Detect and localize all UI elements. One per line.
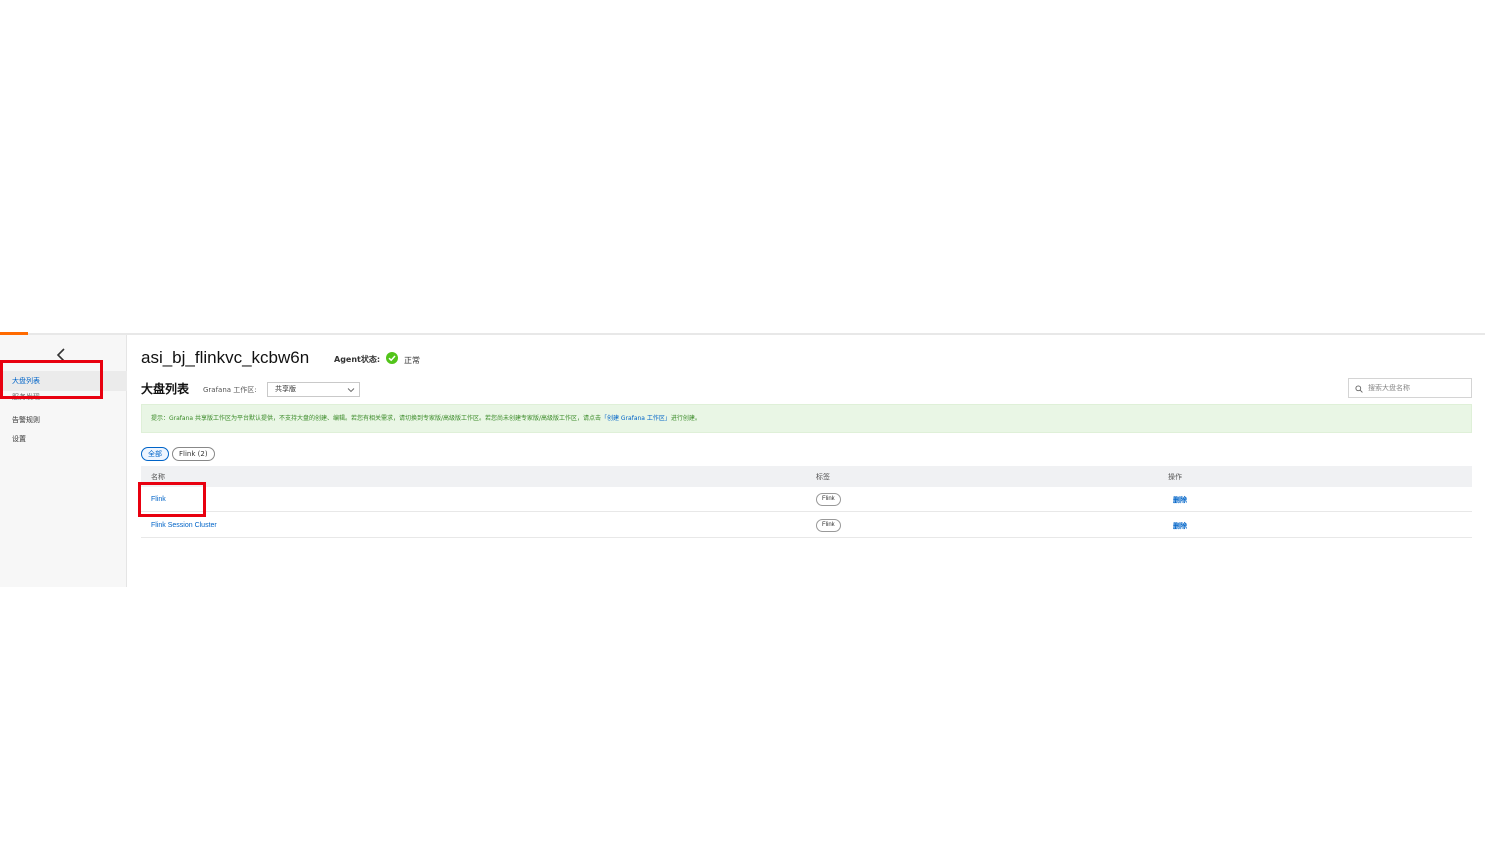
column-actions: 操作	[1168, 473, 1182, 481]
column-name: 名称	[151, 473, 165, 481]
main-content: asi_bj_flinkvc_kcbw6n Agent状态: 正常 大盘列表 G…	[127, 335, 1485, 587]
chevron-down-icon	[347, 388, 355, 393]
table-row: Flink Flink 删除	[141, 487, 1472, 512]
check-circle-icon	[386, 351, 398, 364]
create-workspace-link[interactable]: 「创建 Grafana 工作区」	[601, 415, 671, 422]
agent-status-label: Agent状态:	[334, 355, 381, 364]
sidebar-item-alert-rules[interactable]: 告警规则	[0, 410, 127, 430]
workspace-select[interactable]: 共享版	[267, 382, 360, 397]
dashboard-name-link[interactable]: Flink Session Cluster	[151, 522, 217, 529]
table-row: Flink Session Cluster Flink 删除	[141, 513, 1472, 538]
agent-status-value: 正常	[404, 356, 420, 365]
sidebar: 大盘列表 服务发现 告警规则 设置	[0, 335, 127, 587]
tip-banner: 提示：Grafana 共享版工作区为平台默认提供，不支持大盘的创建、编辑。若您有…	[141, 404, 1472, 433]
filter-flink[interactable]: Flink (2)	[172, 447, 215, 461]
back-icon[interactable]	[54, 347, 70, 363]
section-title: 大盘列表	[141, 382, 190, 396]
tip-text: 提示：Grafana 共享版工作区为平台默认提供，不支持大盘的创建、编辑。若您有…	[151, 415, 602, 422]
tag-badge: Flink	[816, 493, 841, 506]
tip-text-end: 进行创建。	[670, 415, 701, 422]
table-header: 名称 标签 操作	[141, 466, 1472, 487]
sidebar-item-settings[interactable]: 设置	[0, 429, 127, 449]
search-icon	[1355, 385, 1363, 393]
search-box[interactable]	[1348, 378, 1472, 398]
dashboard-name-link[interactable]: Flink	[151, 496, 166, 503]
column-tag: 标签	[816, 473, 830, 481]
workspace-select-value: 共享版	[275, 385, 296, 393]
sidebar-item-dashboard-list[interactable]: 大盘列表	[0, 371, 127, 391]
delete-button[interactable]: 删除	[1173, 495, 1187, 505]
sidebar-item-service-discovery[interactable]: 服务发现	[0, 390, 127, 402]
delete-button[interactable]: 删除	[1173, 521, 1187, 531]
workspace-label: Grafana 工作区:	[203, 386, 257, 394]
search-input[interactable]	[1368, 382, 1468, 394]
page-title: asi_bj_flinkvc_kcbw6n	[141, 348, 310, 367]
tag-badge: Flink	[816, 519, 841, 532]
filter-all[interactable]: 全部	[141, 447, 169, 461]
